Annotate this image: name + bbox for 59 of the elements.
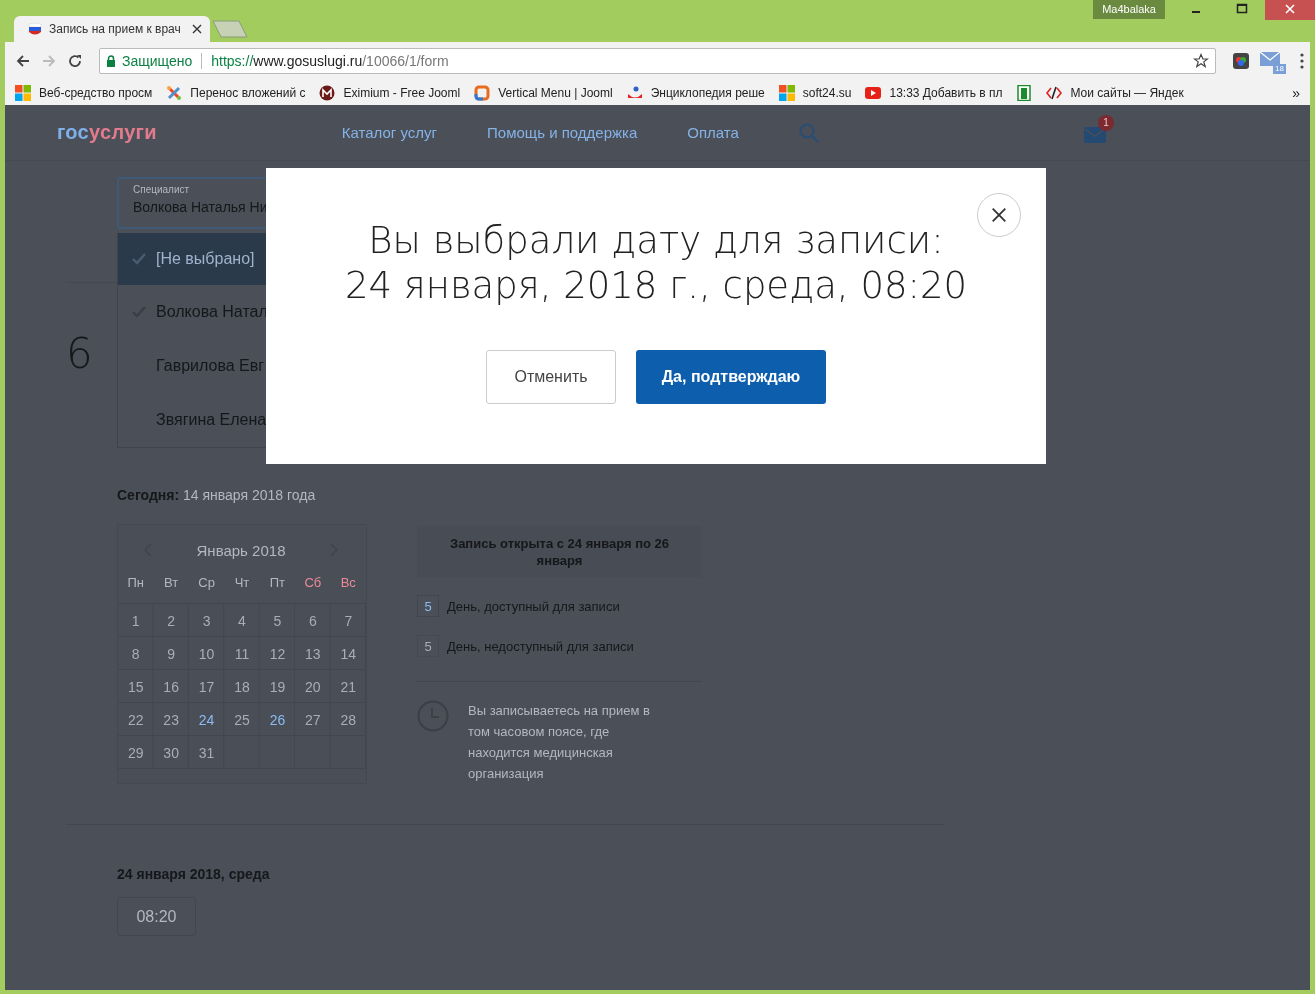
- weekday-label: Пн: [126, 575, 145, 590]
- calendar-day: 17: [188, 670, 225, 703]
- calendar-day: 16: [153, 670, 189, 703]
- calendar-day: 2: [153, 604, 189, 637]
- notification-badge: 1: [1097, 114, 1114, 131]
- calendar-day: 13: [295, 637, 331, 670]
- calendar-day: 15: [118, 670, 154, 703]
- calendar-day: 19: [259, 670, 296, 703]
- calendar-day: 31: [188, 736, 225, 769]
- today-text: Сегодня: 14 января 2018 года: [117, 487, 317, 503]
- calendar-day: 30: [153, 736, 189, 769]
- weekday-label: Чт: [233, 575, 251, 590]
- weekday-label: Вс: [339, 575, 357, 590]
- calendar-day: 5: [259, 604, 296, 637]
- calendar-day: 12: [259, 637, 296, 670]
- bookmark-label: 13:33 Добавить в пл: [889, 85, 1003, 100]
- month-title: Январь 2018: [196, 541, 286, 559]
- calendar-day: 10: [188, 637, 225, 670]
- weekday-label: Вт: [163, 575, 180, 590]
- bookmark-label: Eximium - Free Jooml: [343, 85, 461, 100]
- weekday-label: Сб: [303, 575, 323, 590]
- calendar-day: 28: [330, 703, 366, 736]
- calendar-day: 7: [330, 604, 366, 637]
- calendar-day: 22: [118, 703, 154, 736]
- calendar-day: 23: [153, 703, 189, 736]
- legend-sample: 5: [417, 595, 439, 617]
- calendar-day: 9: [153, 637, 189, 670]
- url-text: https://www.gosuslugi.ru/10066/1/form: [211, 53, 450, 69]
- weekday-label: Пт: [268, 575, 287, 590]
- bookmark-label: Энциклопедия реше: [650, 85, 765, 100]
- selected-date-title: 24 января 2018, среда: [117, 866, 271, 882]
- calendar-day: 3: [188, 604, 225, 637]
- bookmark-label: Перенос вложений с: [190, 85, 306, 100]
- calendar-day: 29: [118, 736, 154, 769]
- bookmark-label: Веб-средство просм: [39, 85, 153, 100]
- bookmark-label: soft24.su: [802, 85, 852, 100]
- bookmark-label: Vertical Menu | Jooml: [498, 85, 613, 100]
- weekday-label: Ср: [197, 575, 216, 590]
- mail-count-badge: 18: [1273, 64, 1286, 74]
- calendar-day: 11: [224, 637, 260, 670]
- bookmark-label: Мои сайты — Яндек: [1070, 85, 1184, 100]
- legend-label: День, недоступный для записи: [447, 638, 634, 654]
- timezone-note: Вы записываетесь на прием в том часовом поясе, где находится медицинская организация: [468, 702, 651, 783]
- calendar-day: 8: [118, 637, 154, 670]
- security-label: Защищено: [122, 53, 193, 69]
- calendar-day: 4: [224, 604, 260, 637]
- calendar-day: 18: [224, 670, 260, 703]
- calendar-day: 6: [295, 604, 331, 637]
- calendar-day: 25: [224, 703, 260, 736]
- dialog-title: Вы выбрали дату для записи: 24 января, 2018 г., среда, 08:20: [343, 218, 968, 308]
- calendar-day: 21: [330, 670, 366, 703]
- calendar-day: 14: [330, 637, 366, 670]
- legend-sample: 5: [417, 635, 439, 657]
- tab-title: Запись на прием к врач: [49, 22, 182, 36]
- calendar-day: 1: [118, 604, 154, 637]
- calendar-day: 27: [295, 703, 331, 736]
- legend-label: День, доступный для записи: [447, 598, 620, 614]
- step-number: 6: [66, 333, 94, 375]
- calendar-day: 20: [295, 670, 331, 703]
